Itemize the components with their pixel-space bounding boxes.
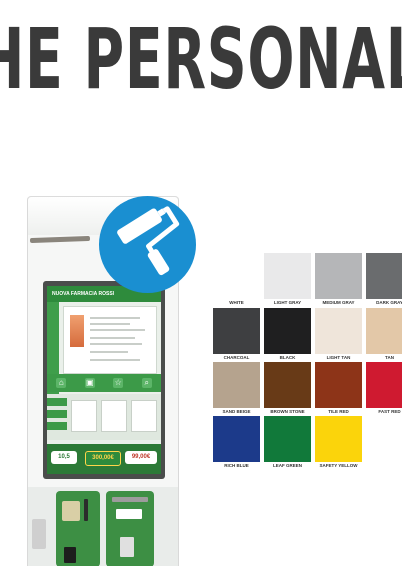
kiosk-nav-bar: ⌂ ▣ ☆ ⌕ — [47, 374, 161, 392]
product-thumb — [101, 400, 127, 432]
bag-icon: ▣ — [84, 378, 95, 388]
keypad — [62, 501, 80, 521]
text-line — [90, 317, 140, 319]
home-icon: ⌂ — [56, 378, 67, 388]
star-icon: ☆ — [113, 378, 124, 388]
dispense-slot — [64, 547, 76, 563]
color-swatch-sand-beige[interactable] — [213, 362, 260, 408]
cash-module — [106, 491, 154, 566]
color-swatch-tile-red[interactable] — [315, 362, 362, 408]
text-line — [90, 337, 135, 339]
kiosk-screen: NUOVA FARMACIA ROSSI ⌂ ▣ ☆ ⌕ 10,5 300,00… — [47, 286, 161, 474]
text-line — [90, 323, 130, 325]
headline-text: HE PERSONAL — [0, 14, 402, 104]
category-tab — [47, 422, 67, 430]
price-badge: 300,00€ — [85, 451, 121, 466]
price-badge: 99,00€ — [125, 451, 157, 464]
product-image — [70, 315, 84, 347]
kiosk-footer: 10,5 300,00€ 99,00€ — [47, 444, 161, 474]
text-line — [90, 343, 142, 345]
search-icon: ⌕ — [141, 378, 152, 388]
bill-acceptor-logo — [116, 509, 142, 519]
kiosk-shelf — [29, 235, 91, 244]
color-swatch-brown-stone[interactable] — [264, 362, 311, 408]
text-line — [90, 351, 128, 353]
color-swatch-leaf-green[interactable] — [264, 416, 311, 462]
color-swatch-rich-blue[interactable] — [213, 416, 260, 462]
swatch-label: FAST RED — [378, 409, 401, 414]
category-tab — [47, 410, 67, 418]
kiosk-payment-panel — [28, 487, 178, 566]
color-swatch-medium-gray[interactable] — [315, 253, 362, 299]
color-swatch-black[interactable] — [264, 308, 311, 354]
payment-module — [56, 491, 100, 566]
coin-door — [32, 519, 46, 549]
color-swatch-tan[interactable] — [366, 308, 402, 354]
category-tab — [47, 398, 67, 406]
text-line — [90, 329, 145, 331]
kiosk-screen-frame: NUOVA FARMACIA ROSSI ⌂ ▣ ☆ ⌕ 10,5 300,00… — [43, 281, 165, 479]
page-headline: HE PERSONAL — [0, 14, 402, 104]
swatch-label: TAN — [385, 355, 394, 360]
kiosk-product-row — [47, 394, 161, 440]
paint-roller-icon — [98, 195, 197, 294]
color-swatch-safety-yellow[interactable] — [315, 416, 362, 462]
color-swatch-light-tan[interactable] — [315, 308, 362, 354]
change-tray — [120, 537, 134, 557]
color-swatch-dark-gray[interactable] — [366, 253, 402, 299]
color-swatch-charcoal[interactable] — [213, 308, 260, 354]
bill-slot — [112, 497, 148, 502]
kiosk-product-card — [63, 306, 157, 374]
swatch-label: SAFETY YELLOW — [319, 463, 358, 468]
price-badge: 10,5 — [51, 451, 77, 464]
product-thumb — [71, 400, 97, 432]
swatch-label: DARK GRAY — [376, 300, 402, 305]
text-line — [90, 359, 140, 361]
color-swatch-light-gray[interactable] — [264, 253, 311, 299]
card-slot — [84, 499, 88, 521]
color-swatch-fast-red[interactable] — [366, 362, 402, 408]
color-swatch-white[interactable] — [213, 253, 260, 299]
product-thumb — [131, 400, 157, 432]
